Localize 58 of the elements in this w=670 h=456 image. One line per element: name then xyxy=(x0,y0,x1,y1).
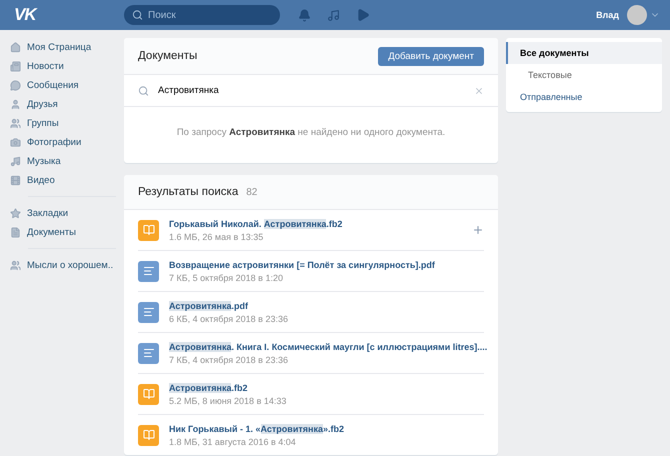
result-count: 82 xyxy=(246,186,258,198)
sidebar-item[interactable]: Документы xyxy=(10,223,116,242)
filter-item[interactable]: Все документы xyxy=(506,42,662,64)
document-link[interactable]: Ник Горькавый - 1. «Астровитянка».fb2 xyxy=(169,423,484,435)
search-field[interactable]: Поиск xyxy=(124,5,280,25)
camera-icon xyxy=(10,137,21,148)
document-icon xyxy=(10,227,21,238)
document-meta: 7 КБ, 4 октября 2018 в 23:36 xyxy=(169,355,289,365)
logo[interactable]: VK xyxy=(14,5,124,25)
search-icon xyxy=(138,85,149,96)
avatar[interactable] xyxy=(627,5,647,25)
section-title: Результаты поиска xyxy=(138,186,238,198)
sidebar-item[interactable]: Видео xyxy=(10,171,116,190)
document-link[interactable]: Возвращение астровитянки [= Полёт за сингулярность].pdf xyxy=(169,259,484,271)
document-meta: 5.2 МБ, 8 июня 2018 в 14:33 xyxy=(169,396,288,406)
bell-icon[interactable] xyxy=(298,8,311,22)
document-meta: 7 КБ, 5 октября 2018 в 1:20 xyxy=(169,273,284,283)
sidebar-item[interactable]: Друзья xyxy=(10,95,116,114)
sidebar-item[interactable]: Музыка xyxy=(10,152,116,171)
sidebar-item[interactable]: Группы xyxy=(10,114,116,133)
text-document-icon xyxy=(138,342,159,364)
filter-item[interactable]: Отправленные xyxy=(506,86,662,108)
add-document-button[interactable]: Добавить документ xyxy=(378,46,484,66)
book-icon xyxy=(138,220,159,240)
text-document-icon xyxy=(138,260,159,282)
document-meta: 6 КБ, 4 октября 2018 в 23:36 xyxy=(169,314,289,324)
user-name[interactable]: Влад xyxy=(596,10,619,20)
people-icon xyxy=(10,260,21,271)
music-note-icon[interactable] xyxy=(327,8,340,22)
chat-bubble-icon xyxy=(10,80,21,91)
document-meta: 1.6 МБ, 26 мая в 13:35 xyxy=(169,232,264,242)
book-icon xyxy=(138,384,159,404)
sidebar-item[interactable]: Сообщения xyxy=(10,76,116,95)
add-icon[interactable] xyxy=(472,224,484,236)
home-icon xyxy=(10,42,21,53)
person-icon xyxy=(10,99,21,110)
filter-item[interactable]: Текстовые xyxy=(506,64,662,86)
people-icon xyxy=(10,118,21,129)
document-link[interactable]: Горькавый Николай. Астровитянка.fb2 xyxy=(169,218,462,230)
text-document-icon xyxy=(138,302,159,322)
document-meta: 1.8 МБ, 31 августа 2016 в 4:04 xyxy=(169,437,297,447)
sidebar-item[interactable]: Новости xyxy=(10,57,116,76)
music-note-icon xyxy=(10,156,21,167)
clear-icon[interactable] xyxy=(474,86,484,96)
sidebar-item[interactable]: Моя Страница xyxy=(10,38,116,57)
play-icon[interactable] xyxy=(356,8,370,22)
sidebar-item[interactable]: Мысли о хорошем.. xyxy=(10,256,116,275)
newspaper-icon xyxy=(10,61,21,72)
empty-message: По запросу Астровитянка не найдено ни одного документа. xyxy=(176,126,446,140)
sidebar-item[interactable]: Фотографии xyxy=(10,133,116,152)
document-link[interactable]: Астровитянка.pdf xyxy=(169,300,484,312)
sidebar-item[interactable]: Закладки xyxy=(10,204,116,223)
book-icon xyxy=(138,424,159,446)
film-icon xyxy=(10,175,21,186)
document-link[interactable]: Астровитянка.fb2 xyxy=(169,382,484,394)
section-title: Документы xyxy=(138,50,198,62)
search-icon xyxy=(132,10,143,20)
star-icon xyxy=(10,208,21,219)
